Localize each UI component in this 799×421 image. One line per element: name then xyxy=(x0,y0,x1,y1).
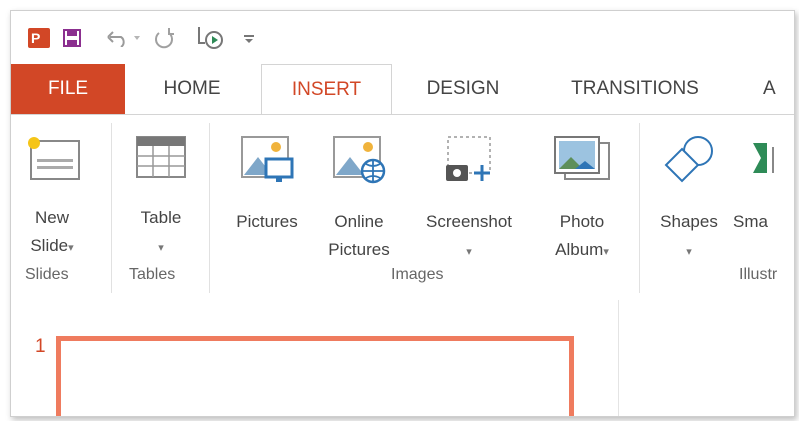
redo-icon[interactable] xyxy=(154,27,174,49)
online-pictures-button[interactable]: Online Pictures xyxy=(313,115,405,264)
slide-thumbnail[interactable] xyxy=(56,336,574,416)
group-label-illustrations: Illustr xyxy=(739,266,778,283)
chevron-down-icon: ▾ xyxy=(603,246,609,258)
screenshot-dropdown: ▾ xyxy=(407,236,531,266)
shapes-label: Shapes xyxy=(660,212,718,231)
tab-design[interactable]: DESIGN xyxy=(408,64,518,114)
photo-album-icon xyxy=(554,136,610,180)
pictures-button[interactable]: Pictures xyxy=(223,115,311,236)
online-pictures-icon xyxy=(333,136,386,184)
powerpoint-window: P FILE HOME INSERT DESIGN TRANSITIONS A … xyxy=(10,10,795,417)
group-label-tables: Tables xyxy=(129,266,176,283)
tab-file[interactable]: FILE xyxy=(11,64,125,114)
shapes-icon xyxy=(664,136,713,183)
screenshot-label: Screenshot xyxy=(426,212,512,231)
shapes-dropdown: ▾ xyxy=(647,236,731,266)
table-button[interactable]: Table ▾ xyxy=(119,115,203,262)
new-slide-label-line1: New xyxy=(34,208,69,227)
smartart-button[interactable]: Sma xyxy=(733,115,794,236)
slide-number: 1 xyxy=(35,336,46,357)
screenshot-button[interactable]: Screenshot ▾ xyxy=(407,115,531,266)
group-label-slides: Slides xyxy=(25,266,69,283)
smartart-label: Sma xyxy=(733,212,768,231)
photo-album-label-line2: Album▾ xyxy=(555,240,609,259)
group-separator xyxy=(209,123,210,293)
pictures-icon xyxy=(241,136,294,182)
shapes-button[interactable]: Shapes ▾ xyxy=(647,115,731,266)
customize-qat-icon[interactable] xyxy=(244,35,254,43)
group-separator xyxy=(639,123,640,293)
chevron-down-icon: ▾ xyxy=(686,246,692,258)
table-icon xyxy=(136,136,186,178)
chevron-down-icon: ▾ xyxy=(158,242,164,254)
pictures-label: Pictures xyxy=(236,212,298,231)
smartart-icon xyxy=(753,143,774,173)
photo-album-button[interactable]: Photo Album▾ xyxy=(533,115,631,266)
workspace: 1 xyxy=(11,300,794,416)
online-pictures-label-line2: Pictures xyxy=(328,240,390,259)
photo-album-label-line1: Photo xyxy=(559,212,605,231)
ribbon-tabs: FILE HOME INSERT DESIGN TRANSITIONS A xyxy=(11,64,794,115)
new-slide-label-line2: Slide▾ xyxy=(30,236,74,255)
quick-access-toolbar: P xyxy=(11,11,794,64)
save-icon[interactable] xyxy=(63,29,81,47)
table-dropdown: ▾ xyxy=(119,232,203,262)
group-separator xyxy=(111,123,112,293)
tab-insert[interactable]: INSERT xyxy=(261,64,392,115)
ribbon-insert: New Slide▾ Slides Table ▾ Tables Picture… xyxy=(11,114,794,301)
tab-home[interactable]: HOME xyxy=(141,64,243,114)
table-label: Table xyxy=(140,208,182,227)
new-slide-button[interactable]: New Slide▾ xyxy=(11,115,93,262)
new-slide-icon xyxy=(28,137,80,180)
undo-icon[interactable] xyxy=(107,31,129,47)
screenshot-icon xyxy=(446,136,491,181)
online-pictures-label-line1: Online xyxy=(334,212,384,231)
powerpoint-logo-icon[interactable]: P xyxy=(28,28,50,48)
pane-divider[interactable] xyxy=(618,300,619,416)
slideshow-icon[interactable] xyxy=(197,25,225,51)
undo-dropdown-icon[interactable] xyxy=(134,36,140,40)
tab-transitions[interactable]: TRANSITIONS xyxy=(545,64,725,114)
group-label-images: Images xyxy=(391,266,444,283)
chevron-down-icon: ▾ xyxy=(466,246,472,258)
tab-animations[interactable]: A xyxy=(763,64,793,114)
chevron-down-icon: ▾ xyxy=(68,242,74,254)
